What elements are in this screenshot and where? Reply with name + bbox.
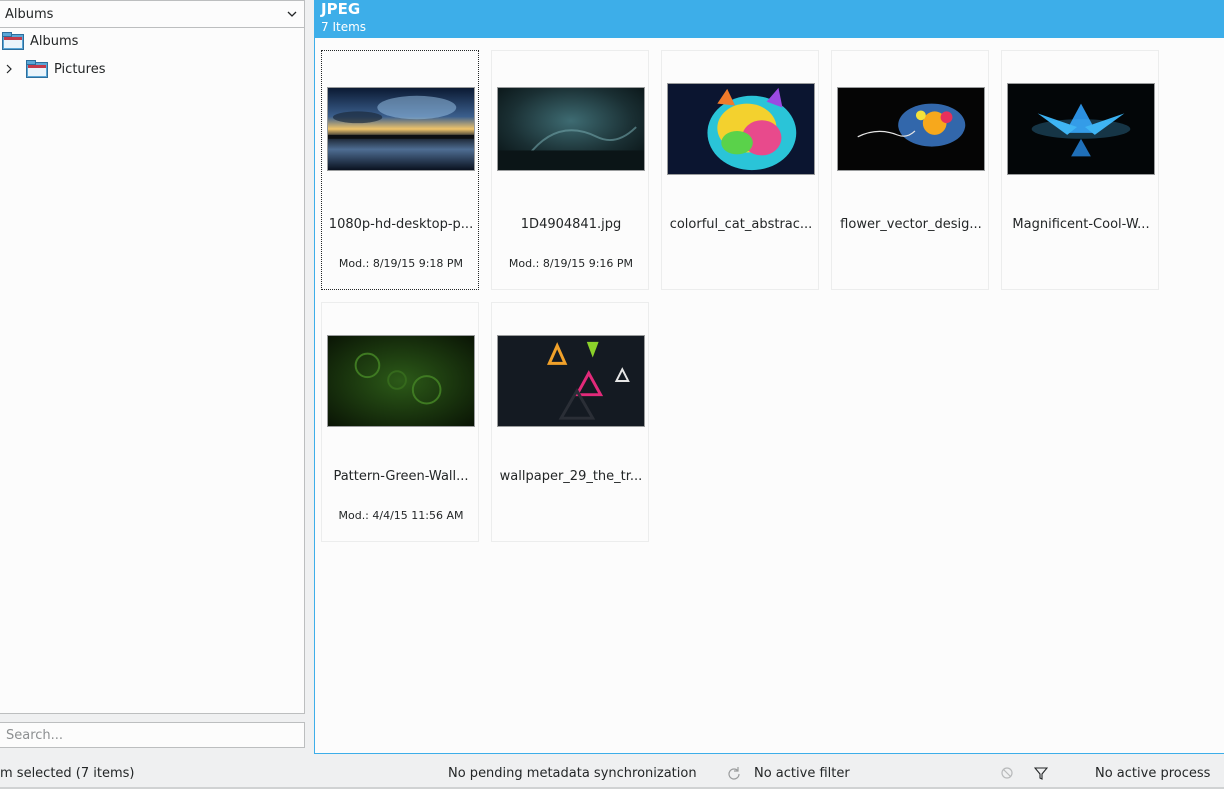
tree-item-label: Pictures	[54, 61, 106, 77]
image-item[interactable]: flower_vector_desig...	[831, 50, 989, 290]
image-thumbnail	[497, 87, 645, 171]
image-item[interactable]: wallpaper_29_the_tr...	[491, 302, 649, 542]
image-modified-date: Mod.: 8/19/15 9:16 PM	[508, 257, 634, 270]
search-input[interactable]	[6, 727, 286, 743]
image-item[interactable]: Pattern-Green-Wall... Mod.: 4/4/15 11:56…	[321, 302, 479, 542]
tree-item-label: Albums	[30, 33, 79, 49]
image-thumbnail	[667, 83, 815, 175]
albums-sidebar: Albums Albums Pictures Search...	[0, 0, 306, 752]
chevron-down-icon	[287, 11, 297, 17]
image-modified-date: Mod.: 8/19/15 9:18 PM	[338, 257, 464, 270]
album-view-selector-value: Albums	[5, 6, 54, 22]
chevron-right-icon[interactable]	[4, 64, 14, 74]
tree-item-albums[interactable]: Albums	[2, 28, 78, 54]
album-search-field[interactable]	[0, 722, 305, 748]
album-header: JPEG 7 Items	[315, 0, 1224, 38]
item-count: 7 Items	[321, 20, 367, 34]
image-name: flower_vector_desig...	[840, 217, 982, 232]
album-view-selector[interactable]: Albums	[0, 0, 305, 28]
icon-view: JPEG 7 Items 1080p-hd-desktop-p... Mod.:…	[314, 0, 1224, 754]
album-folder-icon	[26, 60, 48, 78]
reset-filter-icon[interactable]	[1000, 766, 1014, 780]
image-name: Magnificent-Cool-W...	[1012, 217, 1150, 232]
image-item[interactable]: Magnificent-Cool-W...	[1001, 50, 1159, 290]
image-name: 1D4904841.jpg	[520, 217, 622, 232]
image-thumbnail	[327, 87, 475, 171]
image-name: Pattern-Green-Wall...	[333, 469, 469, 484]
image-name: colorful_cat_abstrac...	[669, 217, 813, 232]
filter-icon[interactable]	[1034, 766, 1048, 780]
tree-item-pictures[interactable]: Pictures	[4, 56, 105, 82]
image-thumbnail	[837, 87, 985, 171]
selection-status: m selected (7 items)	[0, 766, 135, 781]
album-folder-icon	[2, 32, 24, 50]
metadata-sync-status: No pending metadata synchronization	[448, 766, 697, 781]
image-name: wallpaper_29_the_tr...	[499, 469, 643, 484]
album-title: JPEG	[321, 0, 361, 18]
sync-icon	[728, 767, 740, 780]
image-item[interactable]: 1080p-hd-desktop-p... Mod.: 8/19/15 9:18…	[321, 50, 479, 290]
album-tree: Albums Pictures	[0, 28, 305, 714]
image-thumbnail	[497, 335, 645, 427]
image-modified-date: Mod.: 4/4/15 11:56 AM	[338, 509, 464, 522]
filter-status: No active filter	[754, 766, 850, 781]
image-item[interactable]: colorful_cat_abstrac...	[661, 50, 819, 290]
image-name: 1080p-hd-desktop-p...	[328, 217, 474, 232]
image-thumbnail	[327, 335, 475, 427]
image-thumbnail	[1007, 83, 1155, 175]
status-bar: m selected (7 items) No pending metadata…	[0, 757, 1224, 789]
digikam-window: Albums Albums Pictures Search... JPEG 7 …	[0, 0, 1224, 789]
image-item[interactable]: 1D4904841.jpg Mod.: 8/19/15 9:16 PM	[491, 50, 649, 290]
process-status: No active process	[1095, 766, 1211, 781]
